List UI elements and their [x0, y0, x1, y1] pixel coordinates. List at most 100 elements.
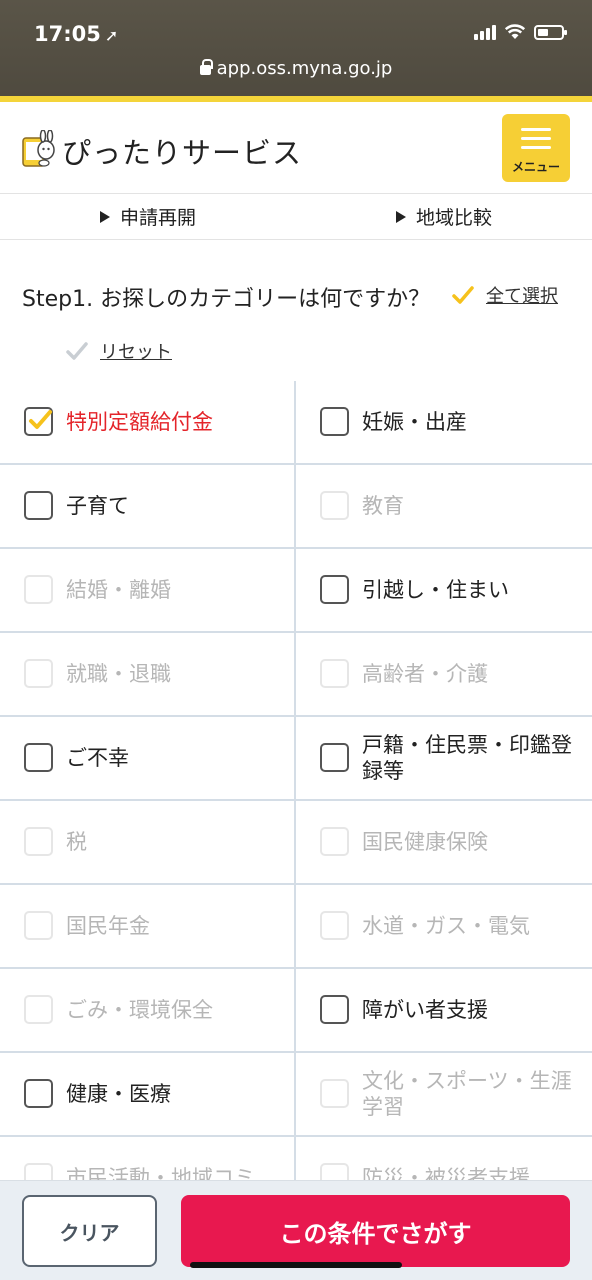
check-icon	[29, 410, 52, 429]
category-label: 特別定額給付金	[66, 409, 213, 434]
category-row: 国民年金 水道・ガス・電気	[0, 885, 592, 969]
category-checkbox	[320, 911, 349, 940]
category-label: 文化・スポーツ・生涯学習	[362, 1068, 572, 1119]
clear-button[interactable]: クリア	[22, 1195, 157, 1267]
category-grid: 特別定額給付金 妊娠・出産子育て 教育結婚・離婚 引越し・住まい就職・退職 高齢者・介護…	[0, 381, 592, 1221]
category-label: 税	[66, 829, 87, 854]
category-checkbox[interactable]	[24, 743, 53, 772]
category-row: ごみ・環境保全 障がい者支援	[0, 969, 592, 1053]
category-option[interactable]: 戸籍・住民票・印鑑登録等	[296, 717, 592, 799]
hamburger-icon	[521, 128, 551, 131]
category-checkbox[interactable]	[24, 1079, 53, 1108]
signal-icon	[474, 24, 496, 40]
category-option: 水道・ガス・電気	[296, 885, 592, 967]
category-checkbox	[320, 491, 349, 520]
category-label: 障がい者支援	[362, 997, 488, 1022]
category-label: ごみ・環境保全	[66, 997, 213, 1022]
triangle-right-icon	[99, 210, 110, 223]
category-checkbox[interactable]	[320, 407, 349, 436]
category-label: 国民年金	[66, 913, 150, 938]
category-option: 結婚・離婚	[0, 549, 296, 631]
reset-link[interactable]: リセット	[66, 338, 172, 364]
url-text: app.oss.myna.go.jp	[216, 58, 393, 79]
hamburger-icon-bar	[521, 146, 551, 149]
category-option: 高齢者・介護	[296, 633, 592, 715]
category-label: 国民健康保険	[362, 829, 488, 854]
category-label: 教育	[362, 493, 404, 518]
rabbit-logo-icon[interactable]	[20, 130, 58, 168]
category-label: 引越し・住まい	[362, 577, 509, 602]
category-option[interactable]: 障がい者支援	[296, 969, 592, 1051]
search-button[interactable]: この条件でさがす	[181, 1195, 570, 1267]
reset-label: リセット	[100, 342, 172, 363]
category-option: 国民健康保険	[296, 801, 592, 883]
triangle-right-icon	[395, 210, 406, 223]
category-checkbox	[320, 1079, 349, 1108]
category-checkbox[interactable]	[320, 575, 349, 604]
category-row: 就職・退職 高齢者・介護	[0, 633, 592, 717]
subnav-label: 申請再開	[119, 207, 196, 229]
category-checkbox	[320, 827, 349, 856]
category-option[interactable]: 妊娠・出産	[296, 381, 592, 463]
subnav-label: 地域比較	[415, 207, 492, 229]
category-label: 水道・ガス・電気	[362, 913, 530, 938]
category-option[interactable]: 子育て	[0, 465, 296, 547]
menu-button[interactable]: メニュー	[502, 114, 570, 182]
category-row: ご不幸 戸籍・住民票・印鑑登録等	[0, 717, 592, 801]
category-option[interactable]: 特別定額給付金	[0, 381, 296, 463]
home-indicator	[190, 1262, 402, 1268]
category-option: 文化・スポーツ・生涯学習	[296, 1053, 592, 1135]
category-checkbox[interactable]	[24, 407, 53, 436]
status-time: 17:05 ➚	[34, 22, 118, 46]
category-row: 結婚・離婚 引越し・住まい	[0, 549, 592, 633]
category-option: ごみ・環境保全	[0, 969, 296, 1051]
category-label: 高齢者・介護	[362, 661, 488, 686]
category-label: 戸籍・住民票・印鑑登録等	[362, 732, 572, 783]
status-bar: 17:05 ➚ app.oss.myna.go.jp	[0, 0, 592, 96]
category-option: 税	[0, 801, 296, 883]
region-compare-link[interactable]: 地域比較	[296, 194, 592, 239]
check-icon	[66, 342, 88, 360]
category-label: 結婚・離婚	[66, 577, 171, 602]
category-row: 特別定額給付金 妊娠・出産	[0, 381, 592, 465]
category-checkbox	[24, 575, 53, 604]
clock: 17:05	[34, 22, 101, 46]
category-checkbox[interactable]	[320, 743, 349, 772]
category-option[interactable]: ご不幸	[0, 717, 296, 799]
category-checkbox[interactable]	[24, 491, 53, 520]
step-title: Step1. お探しのカテゴリーは何ですか？	[22, 287, 431, 312]
category-option: 就職・退職	[0, 633, 296, 715]
sub-navigation: 申請再開 地域比較	[0, 194, 592, 240]
menu-label: メニュー	[511, 160, 560, 174]
lock-icon	[199, 59, 213, 75]
category-checkbox	[24, 995, 53, 1024]
check-icon	[452, 286, 474, 304]
category-label: 妊娠・出産	[362, 409, 467, 434]
category-row: 健康・医療 文化・スポーツ・生涯学習	[0, 1053, 592, 1137]
site-title[interactable]: ぴったりサービス	[62, 130, 302, 172]
category-option[interactable]: 健康・医療	[0, 1053, 296, 1135]
category-checkbox	[24, 659, 53, 688]
category-option: 教育	[296, 465, 592, 547]
category-checkbox	[24, 827, 53, 856]
site-header: ぴったりサービス メニュー	[0, 102, 592, 194]
category-option: 国民年金	[0, 885, 296, 967]
location-arrow-icon: ➚	[104, 26, 119, 45]
category-option[interactable]: 引越し・住まい	[296, 549, 592, 631]
category-checkbox	[24, 911, 53, 940]
category-checkbox[interactable]	[320, 995, 349, 1024]
category-checkbox	[320, 659, 349, 688]
resume-application-link[interactable]: 申請再開	[0, 194, 296, 239]
select-all-label: 全て選択	[486, 286, 558, 307]
status-icons	[474, 24, 567, 40]
wifi-icon	[504, 24, 526, 39]
hamburger-icon-bar	[521, 137, 551, 140]
category-label: 子育て	[66, 493, 129, 518]
category-row: 子育て 教育	[0, 465, 592, 549]
category-label: ご不幸	[66, 745, 129, 770]
category-label: 就職・退職	[66, 661, 171, 686]
category-row: 税 国民健康保険	[0, 801, 592, 885]
category-label: 健康・医療	[66, 1081, 171, 1106]
url-bar[interactable]: app.oss.myna.go.jp	[0, 58, 592, 79]
select-all-link[interactable]: 全て選択	[452, 282, 558, 308]
